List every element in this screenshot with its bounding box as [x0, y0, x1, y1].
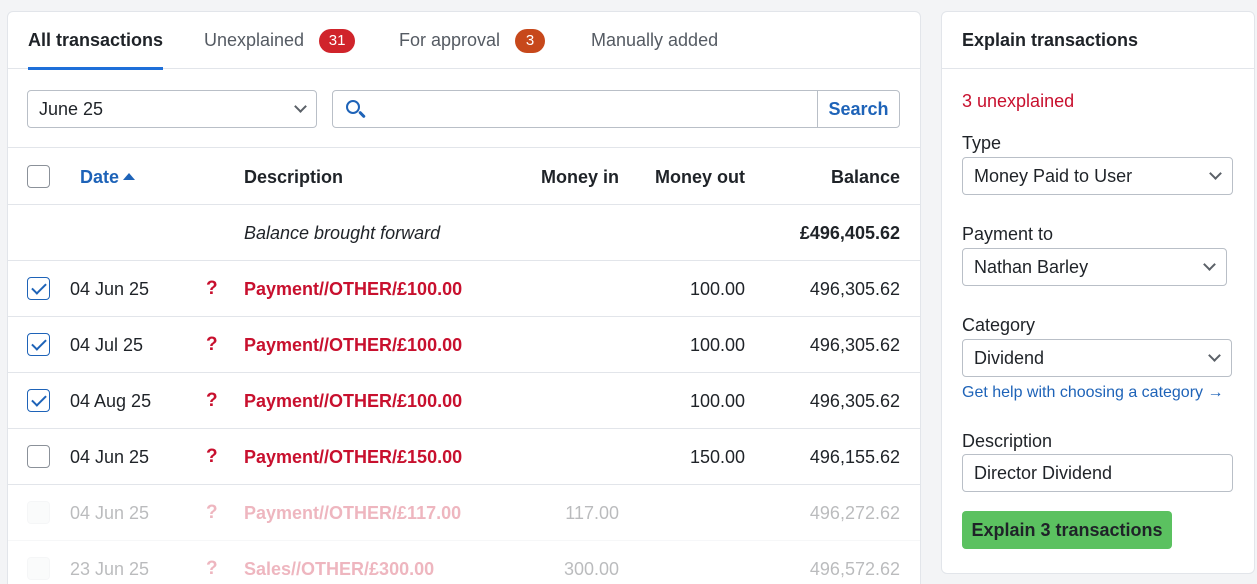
description-label: Description [962, 431, 1053, 451]
tab-all-transactions[interactable]: All transactions [28, 12, 164, 70]
row-description-link[interactable]: Payment//OTHER/£100.00 [244, 261, 462, 317]
tab-label: Unexplained [204, 30, 305, 50]
unexplained-question-icon: ? [206, 334, 218, 355]
tab-bar: All transactions Unexplained 31 For appr… [8, 12, 920, 70]
transactions-panel: All transactions Unexplained 31 For appr… [7, 11, 921, 584]
row-money-out: 100.00 [689, 278, 745, 299]
tab-label: For approval [399, 30, 501, 50]
row-balance: 496,572.62 [809, 558, 900, 579]
description-column-header: Description [244, 166, 344, 187]
row-checkbox[interactable] [27, 333, 50, 356]
tab-label: All transactions [28, 30, 164, 50]
date-column-header[interactable]: Date [80, 149, 136, 205]
row-checkbox[interactable] [27, 277, 50, 300]
row-money-out [628, 541, 745, 584]
payment-to-select[interactable]: Nathan Barley [962, 248, 1227, 286]
row-date: 04 Aug 25 [70, 390, 152, 411]
approval-count-badge: 3 [515, 28, 546, 53]
type-select-value: Money Paid to User [974, 165, 1133, 186]
explain-panel: Explain transactions 3 unexplained Type … [941, 11, 1255, 574]
row-checkbox[interactable] [27, 389, 50, 412]
row-money-out: 150.00 [689, 446, 745, 467]
balance-brought-forward-row: Balance brought forward £496,405.62 [8, 205, 920, 261]
row-balance: 496,305.62 [809, 390, 900, 411]
table-row: 04 Jul 25? Payment//OTHER/£100.00 100.00 49… [8, 317, 920, 373]
chevron-down-icon [294, 100, 307, 113]
row-date: 04 Jul 25 [70, 334, 144, 355]
explain-transactions-button[interactable]: Explain 3 transactions [962, 511, 1172, 549]
row-money-in: 300.00 [563, 558, 619, 579]
row-date: 23 Jun 25 [70, 558, 150, 579]
tab-unexplained[interactable]: Unexplained 31 [204, 12, 356, 69]
table-row: 04 Aug 25? Payment//OTHER/£100.00 100.00 49… [8, 373, 920, 429]
row-checkbox [27, 557, 50, 580]
row-money-in: 117.00 [565, 502, 619, 523]
row-money-out: 100.00 [689, 390, 745, 411]
search-button[interactable]: Search [817, 91, 899, 127]
row-balance: 496,155.62 [809, 446, 900, 467]
category-label: Category [962, 315, 1036, 335]
brought-forward-balance: £496,405.62 [799, 222, 900, 243]
select-all-checkbox[interactable] [27, 165, 50, 188]
row-date: 04 Jun 25 [70, 278, 150, 299]
search-icon [333, 91, 373, 127]
type-label: Type [962, 133, 1002, 153]
row-date: 04 Jun 25 [70, 502, 150, 523]
row-description-link[interactable]: Payment//OTHER/£117.00 [244, 485, 461, 541]
search-box: Search [332, 90, 900, 128]
date-select-value: June 25 [39, 98, 104, 119]
money-in-column-header: Money in [540, 166, 619, 187]
payment-to-value: Nathan Barley [974, 256, 1089, 277]
unexplained-question-icon: ? [206, 278, 218, 299]
table-row: 04 Jun 25? Payment//OTHER/£100.00 100.00 49… [8, 261, 920, 317]
row-money-in [488, 429, 619, 485]
unexplained-question-icon: ? [206, 502, 218, 523]
row-money-out: 100.00 [689, 334, 745, 355]
chevron-down-icon [1208, 349, 1221, 362]
table-row: 04 Jun 25? Payment//OTHER/£117.00 117.00 49… [8, 485, 920, 541]
payment-to-label: Payment to [962, 224, 1054, 244]
unexplained-count-badge: 31 [319, 28, 356, 53]
unexplained-question-icon: ? [206, 558, 218, 579]
tab-for-approval[interactable]: For approval 3 [399, 12, 546, 69]
row-money-out [628, 485, 745, 541]
unexplained-question-icon: ? [206, 390, 218, 411]
row-description-link[interactable]: Payment//OTHER/£150.00 [244, 429, 462, 485]
brought-forward-label: Balance brought forward [244, 222, 441, 243]
chevron-down-icon [1209, 167, 1222, 180]
row-checkbox[interactable] [27, 445, 50, 468]
row-checkbox [27, 501, 50, 524]
row-money-in [488, 261, 619, 317]
tab-manually-added[interactable]: Manually added [591, 12, 718, 69]
chevron-down-icon [1203, 258, 1216, 271]
money-out-column-header: Money out [655, 166, 745, 187]
row-balance: 496,305.62 [809, 278, 900, 299]
balance-column-header: Balance [830, 166, 900, 187]
table-row: 23 Jun 25? Sales//OTHER/£300.00 300.00 496,… [8, 541, 920, 584]
row-description-link[interactable]: Payment//OTHER/£100.00 [244, 317, 462, 373]
row-money-in [488, 317, 619, 373]
description-input[interactable] [962, 454, 1233, 492]
unexplained-count: 3 unexplained [962, 91, 1075, 111]
date-header-label: Date [80, 166, 120, 187]
unexplained-question-icon: ? [206, 446, 218, 467]
row-balance: 496,272.62 [809, 502, 900, 523]
row-description-link[interactable]: Sales//OTHER/£300.00 [244, 541, 434, 584]
category-select[interactable]: Dividend [962, 339, 1232, 377]
category-select-value: Dividend [974, 347, 1045, 368]
row-money-in [488, 373, 619, 429]
tab-label: Manually added [591, 30, 719, 50]
type-select[interactable]: Money Paid to User [962, 157, 1233, 195]
row-description-link[interactable]: Payment//OTHER/£100.00 [244, 373, 462, 429]
date-select[interactable]: June 25 [27, 90, 317, 128]
row-date: 04 Jun 25 [70, 446, 150, 467]
table-row: 04 Jun 25? Payment//OTHER/£150.00 150.00 49… [8, 429, 920, 485]
table-header-row: Date Description Money in Money out Bala… [8, 149, 920, 205]
search-input[interactable] [373, 91, 817, 127]
row-balance: 496,305.62 [809, 334, 900, 355]
category-help-link[interactable]: Get help with choosing a category → [962, 384, 1223, 402]
sort-ascending-icon [123, 172, 136, 180]
filter-bar: June 25 Search [8, 69, 920, 148]
